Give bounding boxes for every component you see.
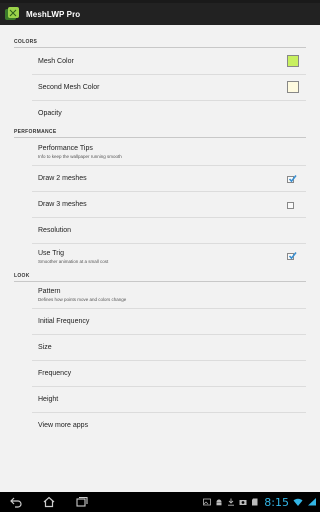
recent-apps-icon: [76, 496, 88, 507]
pref-view-more-apps[interactable]: View more apps: [0, 413, 320, 439]
pref-title: Performance Tips: [38, 145, 93, 152]
draw-2-meshes-checkbox[interactable]: [287, 175, 297, 183]
mesh-color-swatch: [287, 55, 299, 67]
clock: 8:15: [264, 495, 289, 509]
pref-mesh-color[interactable]: Mesh Color: [0, 48, 320, 74]
pref-opacity[interactable]: Opacity: [0, 101, 320, 127]
second-mesh-color-swatch: [287, 81, 299, 93]
checkmark-icon: [288, 252, 297, 260]
pref-performance-tips[interactable]: Performance Tips Info to keep the wallpa…: [0, 138, 320, 166]
app-logo-icon: [5, 7, 20, 21]
pref-title: Draw 3 meshes: [38, 201, 87, 208]
pref-title: Height: [38, 396, 59, 403]
pref-title: Frequency: [38, 370, 72, 377]
pref-title: Opacity: [38, 110, 62, 117]
gallery-icon: [203, 498, 212, 506]
section-header-performance: PERFORMANCE: [14, 129, 57, 135]
pref-frequency[interactable]: Frequency: [0, 361, 320, 387]
download-icon: [228, 498, 235, 506]
action-bar: MeshLWP Pro: [0, 3, 320, 25]
draw-3-meshes-checkbox[interactable]: [287, 202, 294, 209]
wifi-icon: [293, 498, 303, 506]
status-tray[interactable]: 8:15: [199, 492, 320, 512]
section-header-colors: COLORS: [14, 39, 38, 45]
pref-size[interactable]: Size: [0, 335, 320, 361]
sd-card-icon: [252, 498, 258, 506]
recent-apps-button[interactable]: [75, 495, 89, 509]
pref-summary: Smoother animation at a small cost: [38, 259, 109, 264]
preferences-list: COLORS Mesh Color Second Mesh Color Opac…: [0, 25, 320, 492]
checkmark-icon: [288, 175, 297, 183]
app-title: MeshLWP Pro: [26, 9, 81, 19]
android-icon: [216, 499, 222, 506]
back-button[interactable]: [9, 495, 23, 509]
back-icon: [10, 497, 22, 508]
pref-summary: Info to keep the wallpaper running smoot…: [38, 154, 122, 159]
pref-title: View more apps: [38, 422, 89, 429]
pref-pattern[interactable]: Pattern Defines how points move and colo…: [0, 282, 320, 309]
section-header-look: LOOK: [14, 273, 30, 279]
home-icon: [43, 496, 55, 508]
camera-icon: [239, 500, 247, 505]
pref-height[interactable]: Height: [0, 387, 320, 413]
pref-resolution[interactable]: Resolution: [0, 218, 320, 244]
pref-draw-3-meshes[interactable]: Draw 3 meshes: [0, 192, 320, 218]
pref-summary: Defines how points move and colors chang…: [38, 297, 127, 302]
pref-second-mesh-color[interactable]: Second Mesh Color: [0, 75, 320, 100]
pref-use-trig[interactable]: Use Trig Smoother animation at a small c…: [0, 244, 320, 270]
battery-icon: [308, 498, 316, 506]
home-button[interactable]: [42, 495, 56, 509]
pref-title: Size: [38, 344, 52, 351]
pref-title: Draw 2 meshes: [38, 175, 87, 182]
system-navigation-bar: 8:15: [0, 492, 320, 512]
pref-title: Mesh Color: [38, 58, 74, 65]
pref-title: Initial Frequency: [38, 318, 90, 325]
use-trig-checkbox[interactable]: [287, 252, 297, 260]
pref-title: Second Mesh Color: [38, 84, 100, 91]
pref-draw-2-meshes[interactable]: Draw 2 meshes: [0, 166, 320, 192]
pref-title: Pattern: [38, 288, 61, 295]
pref-title: Resolution: [38, 227, 72, 234]
pref-initial-frequency[interactable]: Initial Frequency: [0, 309, 320, 335]
pref-title: Use Trig: [38, 250, 65, 257]
